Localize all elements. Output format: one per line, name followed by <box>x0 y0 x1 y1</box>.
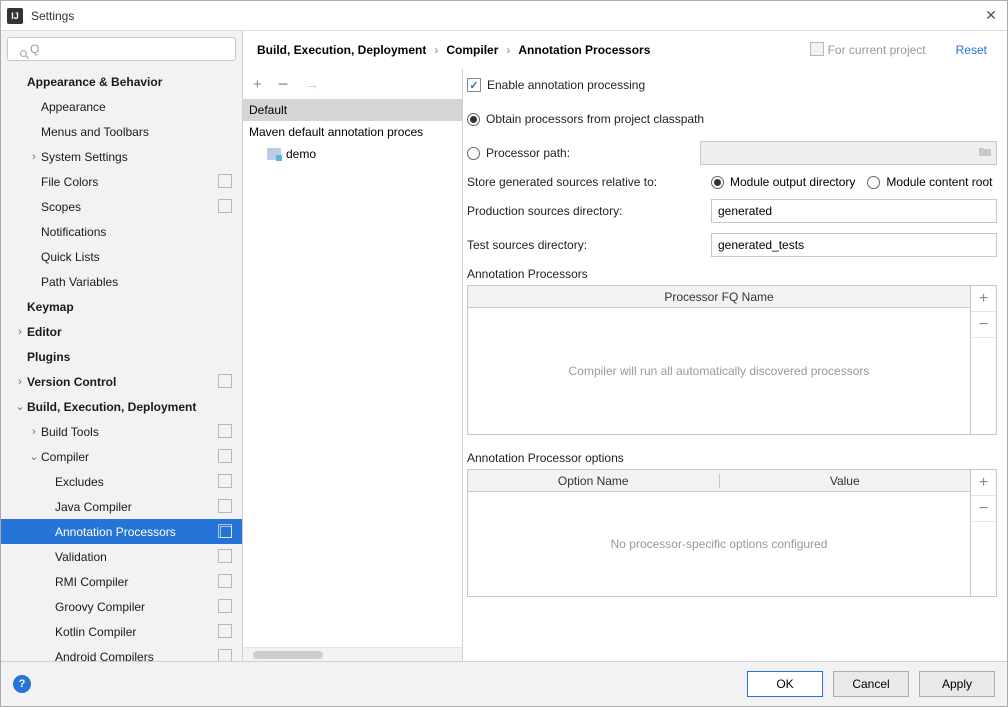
module-output-radio[interactable] <box>711 176 724 189</box>
sidebar-item-version-control[interactable]: ›Version Control <box>1 369 242 394</box>
production-dir-label: Production sources directory: <box>467 204 711 218</box>
opt-add-icon[interactable]: + <box>971 470 996 496</box>
dialog-footer: ? OK Cancel Apply <box>1 661 1007 706</box>
processor-path-label: Processor path: <box>486 146 570 160</box>
sidebar-item-keymap[interactable]: Keymap <box>1 294 242 319</box>
sidebar-item-rmi-compiler[interactable]: RMI Compiler <box>1 569 242 594</box>
ap-table: Processor FQ Name Compiler will run all … <box>467 285 997 435</box>
project-scope-icon <box>220 601 232 613</box>
sidebar-item-scopes[interactable]: Scopes <box>1 194 242 219</box>
project-scope-icon <box>220 651 232 662</box>
ok-button[interactable]: OK <box>747 671 823 697</box>
sidebar-item-editor[interactable]: ›Editor <box>1 319 242 344</box>
sidebar-item-build-execution-deployment[interactable]: ⌄Build, Execution, Deployment <box>1 394 242 419</box>
module-content-root-radio[interactable] <box>867 176 880 189</box>
breadcrumb-b[interactable]: Compiler <box>446 43 498 57</box>
remove-profile-icon[interactable]: − <box>278 74 289 95</box>
sidebar-item-kotlin-compiler[interactable]: Kotlin Compiler <box>1 619 242 644</box>
settings-sidebar: Appearance & BehaviorAppearanceMenus and… <box>1 31 243 661</box>
help-icon[interactable]: ? <box>13 675 31 693</box>
project-scope-icon <box>220 476 232 488</box>
opt-empty-text: No processor-specific options configured <box>468 492 970 596</box>
sidebar-item-notifications[interactable]: Notifications <box>1 219 242 244</box>
module-output-label: Module output directory <box>730 175 855 189</box>
test-dir-input[interactable] <box>711 233 997 257</box>
sidebar-item-compiler[interactable]: ⌄Compiler <box>1 444 242 469</box>
project-scope-icon <box>220 176 232 188</box>
sidebar-item-build-tools[interactable]: ›Build Tools <box>1 419 242 444</box>
project-scope-icon <box>220 451 232 463</box>
sidebar-item-groovy-compiler[interactable]: Groovy Compiler <box>1 594 242 619</box>
opt-col-value: Value <box>720 474 971 488</box>
close-icon[interactable]: ✕ <box>981 7 1001 24</box>
cancel-button[interactable]: Cancel <box>833 671 909 697</box>
project-scope-icon <box>220 576 232 588</box>
profile-item[interactable]: demo <box>243 143 462 165</box>
test-dir-label: Test sources directory: <box>467 238 711 252</box>
sidebar-item-path-variables[interactable]: Path Variables <box>1 269 242 294</box>
move-profile-icon[interactable]: → <box>304 76 319 93</box>
ap-remove-icon[interactable]: − <box>971 312 996 338</box>
search-icon <box>19 49 31 61</box>
project-scope-icon <box>220 426 232 438</box>
profile-hscroll[interactable] <box>243 647 462 661</box>
ap-section-label: Annotation Processors <box>467 267 997 281</box>
ap-add-icon[interactable]: + <box>971 286 996 312</box>
opt-section-label: Annotation Processor options <box>467 451 997 465</box>
production-dir-input[interactable] <box>711 199 997 223</box>
breadcrumb-a[interactable]: Build, Execution, Deployment <box>257 43 426 57</box>
sidebar-item-quick-lists[interactable]: Quick Lists <box>1 244 242 269</box>
profile-item[interactable]: Default <box>243 99 462 121</box>
project-scope-icon <box>220 526 232 538</box>
project-scope-icon <box>220 626 232 638</box>
ap-empty-text: Compiler will run all automatically disc… <box>468 308 970 434</box>
ap-col-fqname: Processor FQ Name <box>468 290 970 304</box>
store-relative-label: Store generated sources relative to: <box>467 175 711 189</box>
sidebar-item-java-compiler[interactable]: Java Compiler <box>1 494 242 519</box>
add-profile-icon[interactable]: + <box>253 76 262 93</box>
profile-list: DefaultMaven default annotation procesde… <box>243 99 462 647</box>
content-header: Build, Execution, Deployment › Compiler … <box>243 31 1007 69</box>
app-icon: IJ <box>7 8 23 24</box>
browse-icon[interactable] <box>978 145 992 160</box>
enable-annotation-checkbox[interactable]: ✓ <box>467 78 481 92</box>
processor-path-radio[interactable] <box>467 147 480 160</box>
sidebar-item-validation[interactable]: Validation <box>1 544 242 569</box>
opt-remove-icon[interactable]: − <box>971 496 996 522</box>
sidebar-item-plugins[interactable]: Plugins <box>1 344 242 369</box>
sidebar-item-file-colors[interactable]: File Colors <box>1 169 242 194</box>
sidebar-item-menus-and-toolbars[interactable]: Menus and Toolbars <box>1 119 242 144</box>
module-content-root-label: Module content root <box>886 175 992 189</box>
project-scope-icon <box>220 551 232 563</box>
project-scope-icon <box>220 501 232 513</box>
sidebar-item-appearance[interactable]: Appearance <box>1 94 242 119</box>
for-current-project: For current project <box>812 43 926 57</box>
opt-col-name: Option Name <box>468 474 720 488</box>
enable-annotation-label: Enable annotation processing <box>487 78 645 92</box>
search-input[interactable] <box>7 37 236 61</box>
settings-tree: Appearance & BehaviorAppearanceMenus and… <box>1 67 242 661</box>
processor-path-field[interactable] <box>700 141 997 165</box>
sidebar-item-android-compilers[interactable]: Android Compilers <box>1 644 242 661</box>
opt-table: Option Name Value No processor-specific … <box>467 469 997 597</box>
project-scope-icon <box>220 201 232 213</box>
settings-form: ✓ Enable annotation processing Obtain pr… <box>463 69 1007 661</box>
project-scope-icon <box>812 44 824 56</box>
apply-button[interactable]: Apply <box>919 671 995 697</box>
project-scope-icon <box>220 376 232 388</box>
sidebar-item-excludes[interactable]: Excludes <box>1 469 242 494</box>
profile-toolbar: + − → <box>243 69 462 99</box>
profile-panel: + − → DefaultMaven default annotation pr… <box>243 69 463 661</box>
sidebar-item-system-settings[interactable]: ›System Settings <box>1 144 242 169</box>
sidebar-item-annotation-processors[interactable]: Annotation Processors <box>1 519 242 544</box>
window-title: Settings <box>31 9 981 23</box>
obtain-classpath-label: Obtain processors from project classpath <box>486 112 704 126</box>
module-icon <box>267 148 281 160</box>
reset-link[interactable]: Reset <box>956 43 987 57</box>
breadcrumb-c: Annotation Processors <box>518 43 650 57</box>
obtain-classpath-radio[interactable] <box>467 113 480 126</box>
titlebar: IJ Settings ✕ <box>1 1 1007 31</box>
sidebar-item-appearance-behavior[interactable]: Appearance & Behavior <box>1 69 242 94</box>
profile-item[interactable]: Maven default annotation proces <box>243 121 462 143</box>
